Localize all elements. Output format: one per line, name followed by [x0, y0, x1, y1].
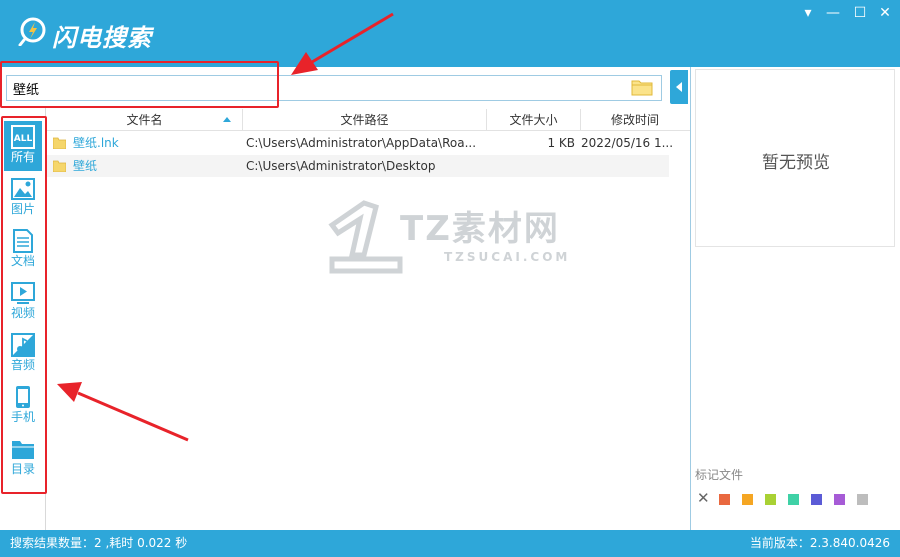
audio-icon [11, 333, 35, 357]
category-documents[interactable]: 文档 [4, 225, 42, 275]
phone-icon [16, 386, 30, 408]
cell-date: 2022/05/16 1... [581, 136, 674, 150]
close-icon[interactable]: ✕ [875, 4, 895, 22]
category-audio[interactable]: 音频 [4, 329, 42, 379]
preview-box: 暂无预览 [695, 69, 895, 247]
category-label: 目录 [10, 462, 35, 476]
category-label: 音频 [10, 358, 35, 372]
preview-panel: 暂无预览 标记文件 ✕ [690, 67, 900, 530]
folder-shortcut-icon [53, 137, 66, 149]
video-icon [11, 282, 35, 304]
title-bar: 闪电搜索 ▾ — ☐ ✕ [0, 0, 900, 67]
image-icon [11, 178, 35, 200]
minimize-icon[interactable]: — [823, 4, 843, 22]
category-label: 所有 [10, 150, 35, 164]
column-header-name[interactable]: 文件名 [47, 109, 243, 131]
cell-path: C:\Users\Administrator\Desktop [246, 159, 436, 173]
version-text: 当前版本：2.3.840.0426 [749, 536, 890, 550]
result-count-text: 搜索结果数量：2 ,耗时 0.022 秒 [10, 536, 188, 550]
preview-empty-text: 暂无预览 [762, 153, 830, 173]
mark-color-teal[interactable] [788, 494, 799, 505]
app-title: 闪电搜索 [52, 24, 152, 52]
maximize-icon[interactable]: ☐ [850, 4, 870, 22]
results-table: 文件名 文件路径 文件大小 修改时间 壁纸.lnk C:\Users\Admin… [47, 107, 690, 530]
document-icon [13, 229, 33, 253]
table-row[interactable]: 壁纸.lnk C:\Users\Administrator\AppData\Ro… [47, 132, 673, 154]
column-header-size[interactable]: 文件大小 [487, 109, 581, 131]
folder-icon [12, 441, 34, 459]
table-header: 文件名 文件路径 文件大小 修改时间 [47, 109, 690, 131]
menu-dropdown-icon[interactable]: ▾ [798, 4, 818, 22]
mark-color-blue[interactable] [811, 494, 822, 505]
category-label: 手机 [10, 410, 35, 424]
lightning-logo-icon [18, 17, 46, 46]
status-bar: 搜索结果数量：2 ,耗时 0.022 秒 当前版本：2.3.840.0426 [0, 530, 900, 557]
category-images[interactable]: 图片 [4, 173, 42, 223]
search-area [0, 67, 690, 107]
mark-color-purple[interactable] [834, 494, 845, 505]
category-phone[interactable]: 手机 [4, 381, 42, 431]
collapse-preview-button[interactable] [670, 70, 688, 104]
column-header-path[interactable]: 文件路径 [243, 109, 487, 131]
mark-color-gray[interactable] [857, 494, 868, 505]
mark-files-title: 标记文件 [695, 468, 744, 482]
category-label: 视频 [10, 306, 35, 320]
mark-color-orange[interactable] [742, 494, 753, 505]
category-all[interactable]: ALL 所有 [4, 121, 42, 171]
category-label: 图片 [10, 202, 35, 216]
svg-text:ALL: ALL [14, 134, 33, 144]
cell-name: 壁纸 [73, 159, 98, 173]
cell-name: 壁纸.lnk [73, 136, 119, 150]
all-icon: ALL [11, 125, 35, 149]
category-label: 文档 [10, 254, 35, 268]
cell-size: 1 KB [547, 136, 575, 150]
cell-path: C:\Users\Administrator\AppData\Roa... [246, 136, 477, 150]
table-row[interactable]: 壁纸 C:\Users\Administrator\Desktop [47, 155, 669, 177]
folder-icon [53, 160, 66, 172]
category-videos[interactable]: 视频 [4, 277, 42, 327]
mark-color-orange-red[interactable] [719, 494, 730, 505]
category-folders[interactable]: 目录 [4, 433, 42, 483]
category-sidebar: ALL 所有 图片 文档 视频 音频 手机 目录 [0, 107, 46, 530]
browse-folder-icon[interactable] [631, 78, 653, 96]
clear-mark-icon[interactable]: ✕ [697, 489, 710, 507]
sort-ascending-icon [223, 117, 231, 122]
search-input[interactable] [6, 75, 662, 101]
column-header-date[interactable]: 修改时间 [581, 109, 689, 131]
mark-color-green[interactable] [765, 494, 776, 505]
